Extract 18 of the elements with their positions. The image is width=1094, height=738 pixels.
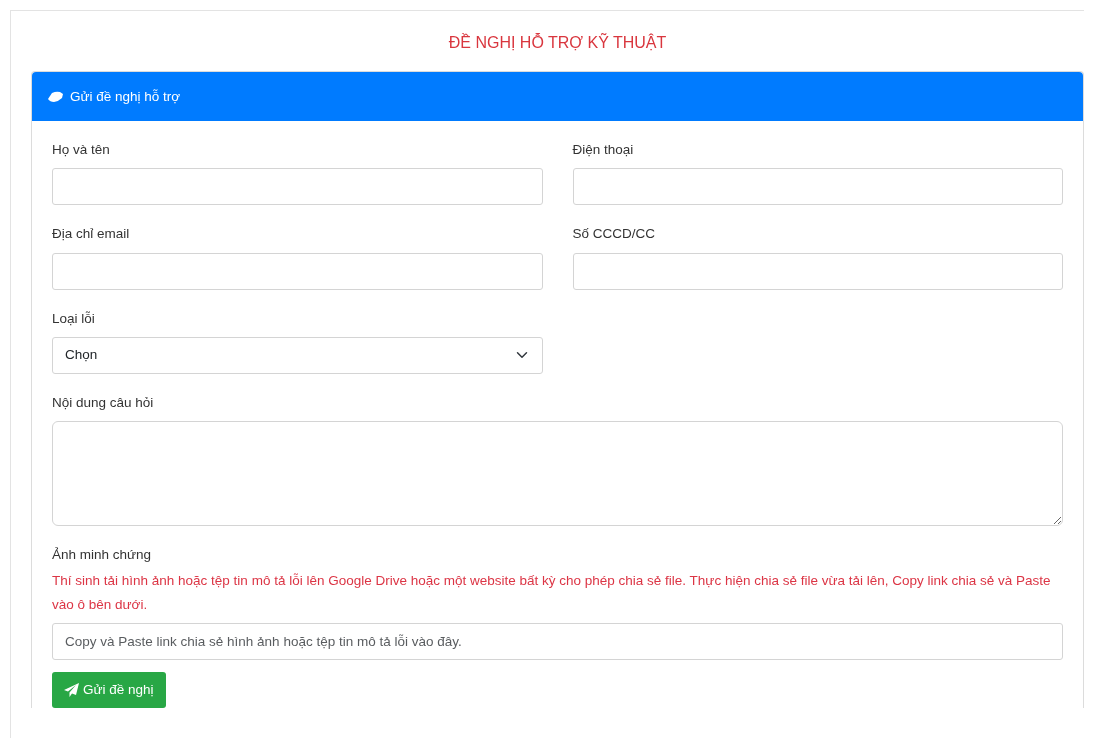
panel-title: Gửi đề nghị hỗ trợ <box>70 87 181 106</box>
field-label: Ảnh minh chứng <box>52 546 153 565</box>
input-field[interactable] <box>572 252 1063 290</box>
input-field[interactable]: Copy và Paste link chia sẻ hình ảnh hoặc tệp tin mô tả lỗi vào đây. <box>52 623 1063 661</box>
field-label: Họ và tên <box>52 141 111 160</box>
textarea-field[interactable] <box>52 421 1063 527</box>
field-label: Điện thoại <box>572 141 635 160</box>
field-label: Số CCCD/CC <box>572 225 656 244</box>
select-field[interactable]: Chọn <box>52 336 543 374</box>
page-title: ĐỀ NGHỊ HỖ TRỢ KỸ THUẬT <box>447 32 668 53</box>
send-icon <box>64 683 79 698</box>
input-field[interactable] <box>572 168 1063 206</box>
input-field[interactable] <box>52 252 543 290</box>
field-label: Loại lỗi <box>52 309 96 328</box>
field-label: Địa chỉ email <box>52 225 131 244</box>
input-field[interactable] <box>52 168 543 206</box>
instruction-note: Thí sinh tải hình ảnh hoặc tệp tin mô tả lỗi lên Google Drive hoặc một website bất kỳ cho phép chia sẻ file. Thực hiện chia sẻ file vừa tải lên, Copy link chia sẻ và Paste vào ô bên dưới. <box>52 572 1052 615</box>
field-label: Nội dung câu hỏi <box>52 393 155 412</box>
